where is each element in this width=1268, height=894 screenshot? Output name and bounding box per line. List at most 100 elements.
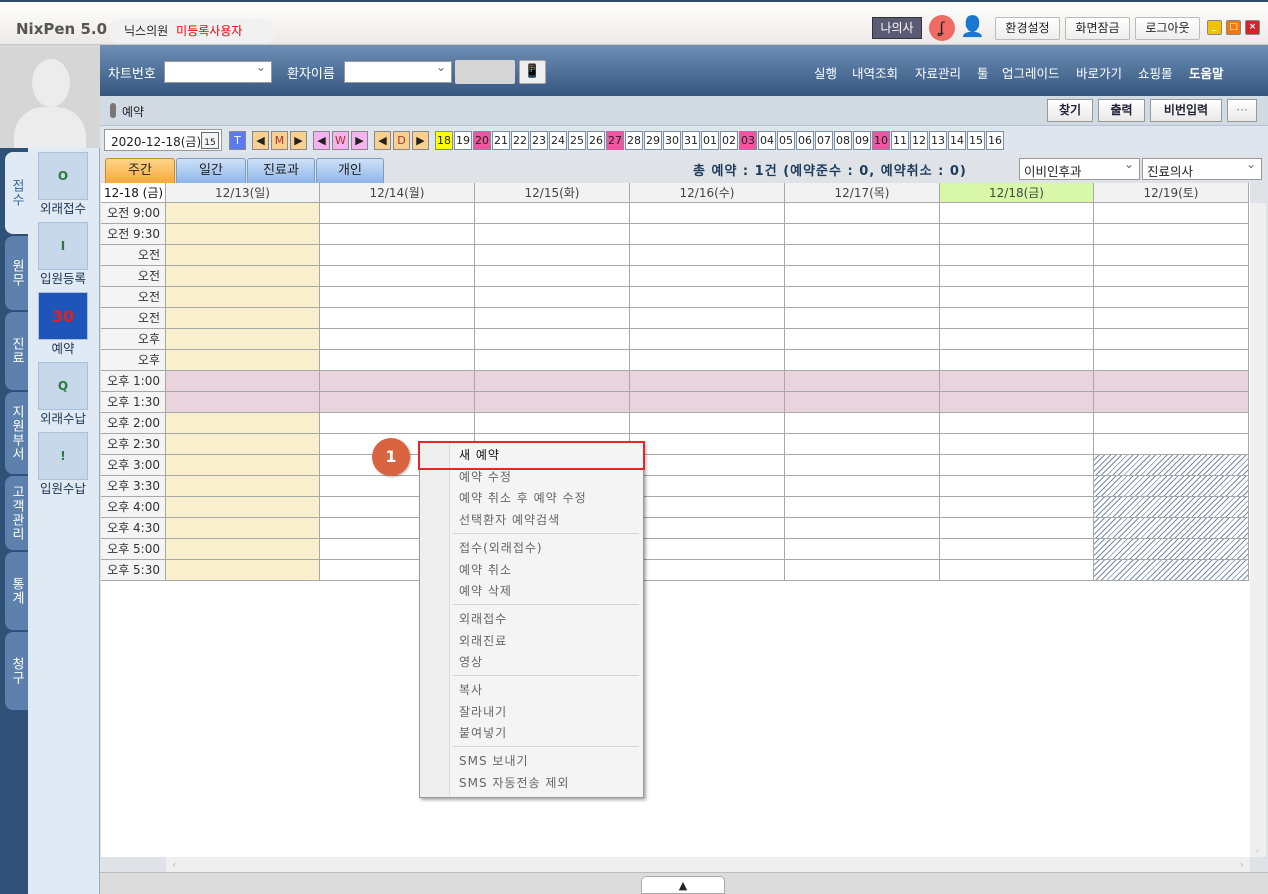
user-settings-icon[interactable]: 👤 (960, 14, 985, 42)
screen-lock-button[interactable]: 화면잠금 (1065, 17, 1130, 40)
slot-cell[interactable] (320, 371, 475, 392)
slot-cell[interactable] (166, 392, 320, 413)
vertical-scrollbar[interactable]: ⌄ (1250, 203, 1266, 857)
slot-cell[interactable] (785, 287, 940, 308)
menu-5[interactable]: 바로가기 (1076, 63, 1122, 82)
slot-cell[interactable] (166, 308, 320, 329)
slot-cell[interactable] (166, 329, 320, 350)
slot-cell[interactable] (630, 455, 785, 476)
day-button-09[interactable]: 09 (853, 131, 871, 150)
context-menu-item[interactable]: 선택환자 예약검색 (459, 509, 560, 531)
menu-6[interactable]: 쇼핑몰 (1138, 63, 1173, 82)
slot-cell[interactable] (785, 392, 940, 413)
slot-cell[interactable] (940, 392, 1094, 413)
slot-cell[interactable] (320, 329, 475, 350)
week-next-button[interactable]: ▶ (351, 131, 368, 150)
slot-cell[interactable] (475, 413, 630, 434)
today-button[interactable]: T (229, 131, 246, 150)
doctor-name[interactable]: 나의사 (872, 17, 922, 39)
day-prev-button[interactable]: ◀ (374, 131, 391, 150)
day-header-6[interactable]: 12/19(토) (1094, 183, 1249, 203)
day-header-1[interactable]: 12/14(월) (320, 183, 475, 203)
horizontal-scrollbar[interactable]: ‹ › (166, 857, 1250, 872)
phone-message-icon[interactable]: 📱 (519, 60, 546, 84)
find-button[interactable]: 찾기 (1047, 99, 1093, 122)
menu-4[interactable]: 업그레이드 (1002, 63, 1060, 82)
slot-cell[interactable] (785, 560, 940, 581)
slot-cell[interactable] (1094, 350, 1249, 371)
slot-cell[interactable] (630, 371, 785, 392)
slot-cell[interactable] (1094, 224, 1249, 245)
quick-icon-4[interactable]: ! 입원수납 (38, 432, 88, 497)
slot-cell[interactable] (320, 287, 475, 308)
slot-cell[interactable] (630, 350, 785, 371)
day-button-27[interactable]: 27 (606, 131, 624, 150)
slot-cell[interactable] (630, 392, 785, 413)
slot-cell[interactable] (166, 203, 320, 224)
slot-cell[interactable] (1094, 539, 1249, 560)
left-tab-5[interactable]: 통계 (5, 552, 28, 630)
slot-cell[interactable] (166, 560, 320, 581)
day-button-18[interactable]: 18 (435, 131, 453, 150)
stethoscope-icon[interactable]: ʆ (929, 15, 955, 41)
context-menu-item[interactable]: 복사 (459, 679, 483, 701)
minimize-button[interactable]: _ (1207, 20, 1222, 35)
day-button-22[interactable]: 22 (511, 131, 529, 150)
slot-cell[interactable] (785, 266, 940, 287)
day-button-31[interactable]: 31 (682, 131, 700, 150)
left-tab-6[interactable]: 청구 (5, 632, 28, 710)
slot-cell[interactable] (475, 203, 630, 224)
slot-cell[interactable] (1094, 203, 1249, 224)
slot-cell[interactable] (940, 560, 1094, 581)
slot-cell[interactable] (166, 434, 320, 455)
slot-cell[interactable] (785, 518, 940, 539)
slot-cell[interactable] (940, 245, 1094, 266)
slot-cell[interactable] (940, 287, 1094, 308)
week-button[interactable]: W (332, 131, 349, 150)
context-menu-item[interactable]: 외래진료 (459, 630, 507, 652)
month-prev-button[interactable]: ◀ (252, 131, 269, 150)
day-button-12[interactable]: 12 (910, 131, 928, 150)
slot-cell[interactable] (320, 392, 475, 413)
slot-cell[interactable] (940, 434, 1094, 455)
close-button[interactable]: × (1245, 20, 1260, 35)
slot-cell[interactable] (630, 497, 785, 518)
slot-cell[interactable] (475, 245, 630, 266)
slot-cell[interactable] (475, 308, 630, 329)
slot-cell[interactable] (785, 371, 940, 392)
left-tab-2[interactable]: 진료 (5, 312, 28, 390)
slot-cell[interactable] (785, 203, 940, 224)
view-tab-3[interactable]: 개인 (316, 158, 384, 183)
day-button-10[interactable]: 10 (872, 131, 890, 150)
slot-cell[interactable] (940, 224, 1094, 245)
expand-up-button[interactable]: ▲ (641, 876, 725, 894)
slot-cell[interactable] (940, 539, 1094, 560)
slot-cell[interactable] (785, 455, 940, 476)
slot-cell[interactable] (166, 539, 320, 560)
context-menu-item[interactable]: 예약 취소 (459, 559, 512, 581)
slot-cell[interactable] (1094, 392, 1249, 413)
slot-cell[interactable] (166, 287, 320, 308)
menu-2[interactable]: 자료관리 (915, 63, 961, 82)
slot-cell[interactable] (166, 413, 320, 434)
quick-icon-0[interactable]: O 외래접수 (38, 152, 88, 217)
slot-cell[interactable] (1094, 560, 1249, 581)
left-tab-0[interactable]: 접수 (5, 152, 28, 234)
slot-cell[interactable] (1094, 455, 1249, 476)
context-menu-item[interactable]: 예약 삭제 (459, 580, 512, 602)
slot-cell[interactable] (1094, 476, 1249, 497)
day-header-3[interactable]: 12/16(수) (630, 183, 785, 203)
patient-name-select[interactable] (344, 60, 452, 83)
slot-cell[interactable] (475, 224, 630, 245)
context-menu-item[interactable]: SMS 보내기 (459, 750, 529, 772)
menu-0[interactable]: 실행 (814, 63, 837, 82)
slot-cell[interactable] (630, 266, 785, 287)
day-button-29[interactable]: 29 (644, 131, 662, 150)
slot-cell[interactable] (1094, 308, 1249, 329)
slot-cell[interactable] (630, 413, 785, 434)
slot-cell[interactable] (630, 308, 785, 329)
slot-cell[interactable] (630, 560, 785, 581)
doctor-select[interactable]: 진료의사 (1142, 157, 1262, 180)
day-header-2[interactable]: 12/15(화) (475, 183, 630, 203)
slot-cell[interactable] (320, 308, 475, 329)
